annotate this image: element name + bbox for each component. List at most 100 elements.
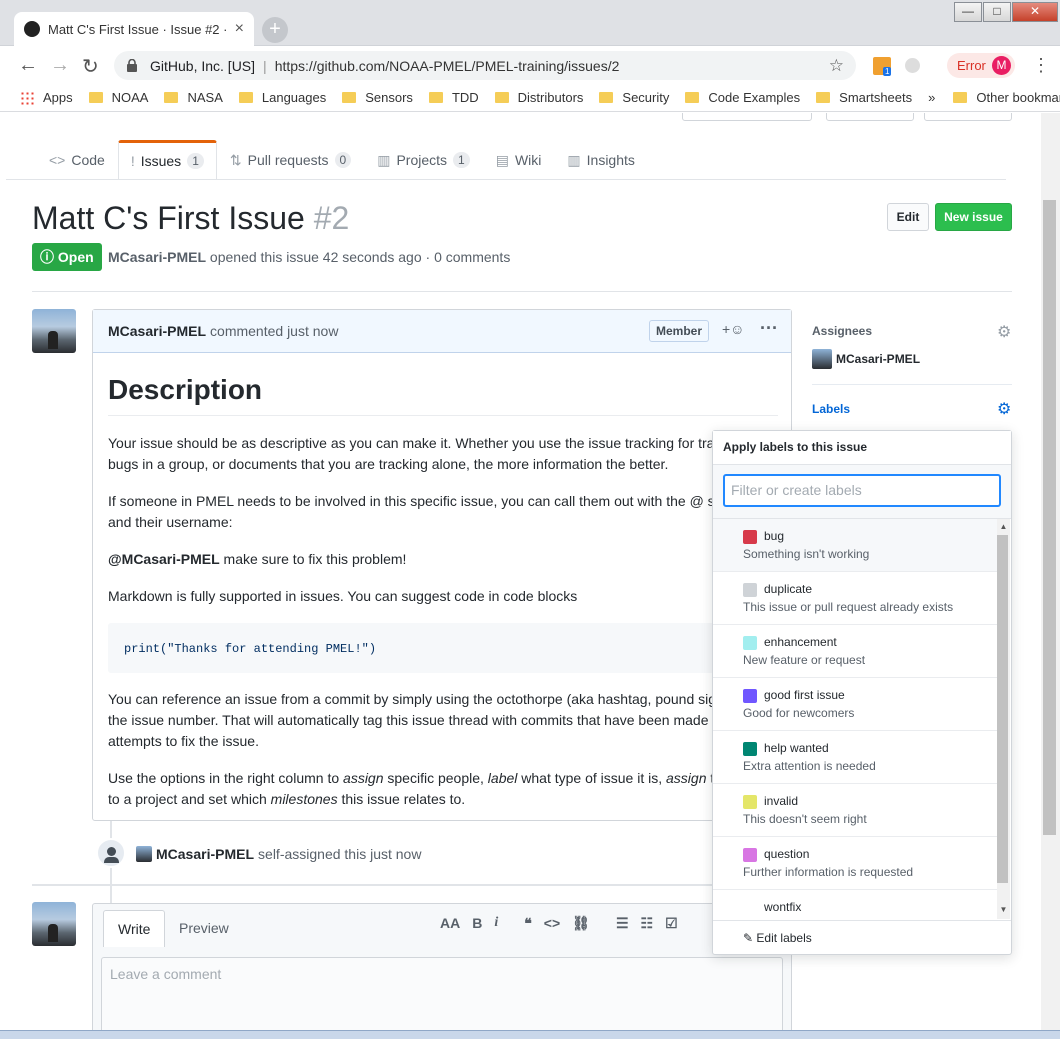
more-bookmarks-button[interactable]: » <box>928 90 935 105</box>
bookmark-folder[interactable]: Sensors <box>342 90 413 105</box>
bookmark-folder[interactable]: Distributors <box>494 90 583 105</box>
reload-icon[interactable]: ↻ <box>82 54 99 79</box>
browser-tab[interactable]: Matt C's First Issue · Issue #2 · NOAA-P… <box>14 12 254 46</box>
label-option[interactable]: invalid This doesn't seem right <box>713 784 997 837</box>
write-tab[interactable]: Write <box>103 910 166 947</box>
assignee[interactable]: MCasari-PMEL <box>812 349 920 369</box>
add-reaction-icon[interactable]: +☺ <box>722 321 744 337</box>
label-option[interactable]: wontfix <box>713 890 997 919</box>
tab-code[interactable]: <> Code <box>36 140 118 180</box>
window-close-button[interactable]: ✕ <box>1012 2 1058 22</box>
avatar[interactable] <box>136 846 152 862</box>
browser-menu-icon[interactable]: ⋮ <box>1032 56 1050 74</box>
bookmark-folder[interactable]: NOAA <box>88 90 148 105</box>
tab-pull-requests[interactable]: ⇅ Pull requests 0 <box>217 140 364 180</box>
label-option[interactable]: bug Something isn't working <box>713 519 997 572</box>
github-icon <box>24 21 40 37</box>
label-color-swatch <box>743 636 757 650</box>
timeline-event: MCasari-PMEL self-assigned this just now <box>136 846 421 862</box>
new-issue-button[interactable]: New issue <box>935 203 1012 231</box>
bookmark-folder[interactable]: Smartsheets <box>816 90 912 105</box>
comment-textarea[interactable]: Leave a comment <box>101 957 783 1039</box>
other-bookmarks[interactable]: Other bookmarks <box>953 90 1060 105</box>
italic-icon[interactable]: i <box>494 915 498 932</box>
p5-milestones: milestones <box>270 791 338 807</box>
bookmark-star-icon[interactable]: ☆ <box>829 56 844 76</box>
minimize-button[interactable]: — <box>954 2 982 22</box>
event-actor-link[interactable]: MCasari-PMEL <box>156 846 254 862</box>
label-color-swatch <box>743 901 757 915</box>
edit-labels-link[interactable]: ✎ Edit labels <box>713 920 1011 954</box>
quote-icon[interactable]: ❝ <box>524 915 532 932</box>
sidebar-divider <box>812 384 1012 385</box>
bookmark-label: Languages <box>261 90 327 105</box>
labels-heading[interactable]: Labels <box>812 402 850 416</box>
gear-icon[interactable]: ⚙ <box>997 322 1011 342</box>
link-icon[interactable]: ⛓ <box>572 915 590 932</box>
label-filter-input[interactable]: Filter or create labels <box>723 474 1001 507</box>
page-scroll-thumb[interactable] <box>1043 200 1056 835</box>
tab-counter: 1 <box>187 153 204 169</box>
bookmark-label: TDD <box>451 90 479 105</box>
bookmark-label: Security <box>622 90 670 105</box>
issue-title-text: Matt C's First Issue <box>32 200 305 236</box>
bookmark-folder[interactable]: NASA <box>164 90 223 105</box>
comment-body: Description Your issue should be as desc… <box>108 362 778 826</box>
profile-error-button[interactable]: Error M <box>947 53 1015 78</box>
bookmark-folder[interactable]: Languages <box>238 90 327 105</box>
p5-text: specific people, <box>383 770 488 786</box>
issue-author-link[interactable]: MCasari-PMEL <box>108 249 206 265</box>
label-color-swatch <box>743 795 757 809</box>
label-option[interactable]: enhancement New feature or request <box>713 625 997 678</box>
close-tab-icon[interactable]: × <box>235 20 244 38</box>
tab-projects[interactable]: ▥ Projects 1 <box>364 140 483 180</box>
bookmark-folder[interactable]: Code Examples <box>685 90 800 105</box>
back-icon[interactable]: ← <box>18 54 38 77</box>
edit-issue-button[interactable]: Edit <box>887 203 929 231</box>
maximize-button[interactable]: □ <box>983 2 1011 22</box>
user-mention-link[interactable]: @MCasari-PMEL <box>108 551 220 567</box>
label-option[interactable]: good first issue Good for newcomers <box>713 678 997 731</box>
preview-tab[interactable]: Preview <box>179 910 229 947</box>
comment-options-icon[interactable]: ··· <box>760 318 778 339</box>
address-bar[interactable]: GitHub, Inc. [US] | https://github.com/N… <box>114 51 856 80</box>
label-option[interactable]: help wanted Extra attention is needed <box>713 731 997 784</box>
bookmark-label: Code Examples <box>708 90 801 105</box>
numbered-list-icon[interactable]: ☷ <box>641 915 654 932</box>
code-icon[interactable]: <> <box>544 915 560 932</box>
comment-time[interactable]: commented just now <box>210 323 338 339</box>
forward-icon[interactable]: → <box>50 54 70 77</box>
avatar[interactable] <box>32 902 76 946</box>
label-option[interactable]: duplicate This issue or pull request alre… <box>713 572 997 625</box>
scroll-up-icon[interactable]: ▲ <box>997 522 1010 531</box>
avatar[interactable] <box>32 309 76 353</box>
tab-title: Matt C's First Issue · Issue #2 · NOAA-P… <box>48 21 229 37</box>
edit-labels-label: Edit labels <box>756 931 812 945</box>
new-tab-button[interactable]: + <box>262 17 288 43</box>
assignees-heading[interactable]: Assignees <box>812 324 872 338</box>
bookmark-label: Apps <box>43 90 73 105</box>
label-description: This doesn't seem right <box>743 812 867 826</box>
projects-icon: ▥ <box>377 151 391 168</box>
tab-wiki[interactable]: ▤ Wiki <box>483 140 555 180</box>
header-text-icon[interactable]: AA <box>440 915 460 932</box>
url-text[interactable]: https://github.com/NOAA-PMEL/PMEL-traini… <box>275 58 620 74</box>
repo-header-buttons <box>682 113 1012 123</box>
task-list-icon[interactable]: ☑ <box>665 915 678 932</box>
tab-issues[interactable]: ! Issues 1 <box>117 140 217 180</box>
apps-shortcut[interactable]: Apps <box>20 90 73 105</box>
comment-author-link[interactable]: MCasari-PMEL <box>108 323 206 339</box>
label-list-scroll-thumb[interactable] <box>997 535 1008 883</box>
gear-icon[interactable]: ⚙ <box>997 399 1011 419</box>
bold-icon[interactable]: B <box>472 915 482 932</box>
label-option[interactable]: question Further information is requested <box>713 837 997 890</box>
folder-icon <box>238 92 253 103</box>
scroll-down-icon[interactable]: ▼ <box>997 905 1010 914</box>
bulleted-list-icon[interactable]: ☰ <box>616 915 629 932</box>
extension-icon[interactable] <box>905 58 920 73</box>
label-description: Further information is requested <box>743 865 914 879</box>
bookmark-folder[interactable]: Security <box>599 90 669 105</box>
bookmark-folder[interactable]: TDD <box>428 90 479 105</box>
rss-extension-icon[interactable]: 1 <box>873 57 892 76</box>
tab-insights[interactable]: ▥ Insights <box>554 140 647 180</box>
